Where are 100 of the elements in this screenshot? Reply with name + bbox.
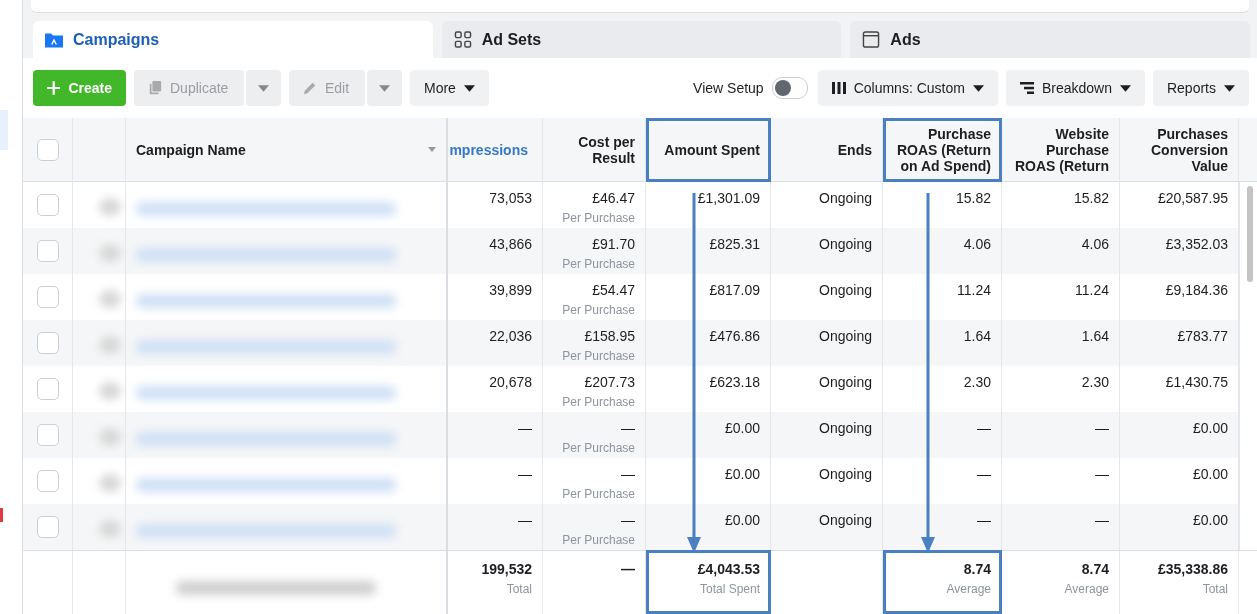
cell-note: Per Purchase (562, 394, 635, 410)
caret-icon (972, 84, 984, 92)
cell-value: 4.06 (963, 236, 991, 252)
row-checkbox[interactable] (36, 194, 59, 216)
cell-value: Ongoing (819, 190, 872, 206)
cell-value: £817.09 (709, 282, 760, 298)
cell-value: — (518, 512, 532, 528)
cell-value: £0.00 (1192, 466, 1228, 482)
grid-icon (453, 31, 472, 48)
cell-value: 39,899 (489, 282, 532, 298)
cell-value: — (977, 512, 991, 528)
pencil-icon (303, 81, 317, 95)
cell-value: £0.00 (724, 420, 760, 436)
cell-value: 11.24 (1075, 282, 1109, 298)
cell-note: Per Purchase (562, 440, 635, 456)
cell-note: Per Purchase (562, 210, 635, 226)
cell-value: £54.47 (592, 282, 635, 298)
cell-value: £1,301.09 (697, 190, 760, 206)
toolbar-button[interactable]: Reports (1152, 70, 1249, 106)
tab[interactable]: Campaigns (33, 21, 433, 58)
cell-value: Ongoing (819, 466, 872, 482)
cell-value: £1,430.75 (1165, 374, 1228, 390)
blurred-thumbnail (99, 290, 121, 308)
row-checkbox[interactable] (36, 332, 59, 354)
sort-caret-icon (428, 147, 436, 152)
total-value: 8.74 (1081, 561, 1109, 577)
column-header[interactable]: mpressions (448, 118, 543, 182)
cell-value: 1.64 (963, 328, 991, 344)
cell-value: — (977, 420, 991, 436)
tab[interactable]: Ad Sets (441, 21, 842, 58)
cell-value: 1.64 (1081, 328, 1109, 344)
tab[interactable]: Ads (850, 21, 1250, 58)
column-header[interactable]: Purchases Conversion Value (1120, 118, 1239, 182)
cell-value: 20,678 (489, 374, 532, 390)
dropdown-button[interactable] (246, 70, 281, 106)
column-header[interactable]: Amount Spent (646, 118, 771, 182)
total-note: Average (946, 581, 991, 597)
columns-icon (831, 81, 846, 95)
total-note: Average (1064, 581, 1109, 597)
cell-value: Ongoing (819, 374, 872, 390)
cell-value: Ongoing (819, 236, 872, 252)
caret-icon (1224, 84, 1235, 92)
cell-value: 15.82 (1073, 190, 1109, 206)
cell-value: £9,184.36 (1165, 282, 1228, 298)
blurred-thumbnail (99, 520, 121, 538)
row-checkbox[interactable] (36, 286, 59, 308)
select-all-checkbox[interactable] (36, 138, 59, 161)
cell-value: 4.06 (1081, 236, 1109, 252)
caret-icon (463, 84, 475, 92)
toolbar-button[interactable]: More (410, 70, 489, 106)
cell-value: 2.30 (1081, 374, 1109, 390)
caret-icon (379, 84, 390, 92)
cell-value: 11.24 (957, 282, 991, 298)
breakdown-icon (1019, 81, 1034, 95)
cell-value: £0.00 (724, 466, 760, 482)
cell-value: £3,352.03 (1165, 236, 1228, 252)
row-checkbox[interactable] (36, 470, 59, 492)
row-checkbox[interactable] (36, 378, 59, 400)
cell-value: — (518, 420, 532, 436)
column-header[interactable]: Campaign Name (126, 118, 448, 182)
column-header[interactable]: Purchase ROAS (Return on Ad Spend) (883, 118, 1002, 182)
column-header[interactable]: Ends (771, 118, 883, 182)
cell-value: — (518, 466, 532, 482)
column-header[interactable]: Cost per Result (543, 118, 646, 182)
cell-value: £20,587.95 (1157, 190, 1228, 206)
total-value: £35,338.86 (1157, 561, 1228, 577)
cell-value: — (1095, 466, 1109, 482)
cell-value: £0.00 (1192, 420, 1228, 436)
blurred-thumbnail (99, 336, 121, 354)
total-note: Total Spent (699, 581, 760, 597)
toolbar-button[interactable]: Breakdown (1005, 70, 1145, 106)
blurred-thumbnail (99, 382, 121, 400)
row-checkbox[interactable] (36, 424, 59, 446)
plus-icon (47, 81, 61, 95)
cell-value: £0.00 (1192, 512, 1228, 528)
folder-icon (45, 31, 63, 48)
toggle-switch[interactable] (771, 77, 808, 99)
cell-value: £0.00 (724, 512, 760, 528)
row-checkbox[interactable] (36, 516, 59, 538)
caret-icon (1119, 84, 1131, 92)
column-header[interactable]: Website Purchase ROAS (Return (1002, 118, 1120, 182)
cell-value: — (621, 466, 635, 482)
cell-value: — (1095, 420, 1109, 436)
cell-value: £623.18 (709, 374, 760, 390)
toolbar-button[interactable]: Columns: Custom (817, 70, 998, 106)
cell-value: £825.31 (709, 236, 760, 252)
cell-note: Per Purchase (562, 302, 635, 318)
blurred-thumbnail (99, 198, 121, 216)
cell-note: Per Purchase (562, 256, 635, 272)
cell-value: Ongoing (819, 282, 872, 298)
cell-value: 43,866 (489, 236, 532, 252)
window-icon (862, 31, 881, 48)
total-value: — (621, 561, 635, 577)
caret-icon (258, 84, 269, 92)
cell-value: £783.77 (1177, 328, 1228, 344)
row-checkbox[interactable] (36, 240, 59, 262)
cell-value: £476.86 (709, 328, 760, 344)
cell-value: 73,053 (489, 190, 532, 206)
dropdown-button[interactable] (367, 70, 402, 106)
cell-value: 22,036 (489, 328, 532, 344)
